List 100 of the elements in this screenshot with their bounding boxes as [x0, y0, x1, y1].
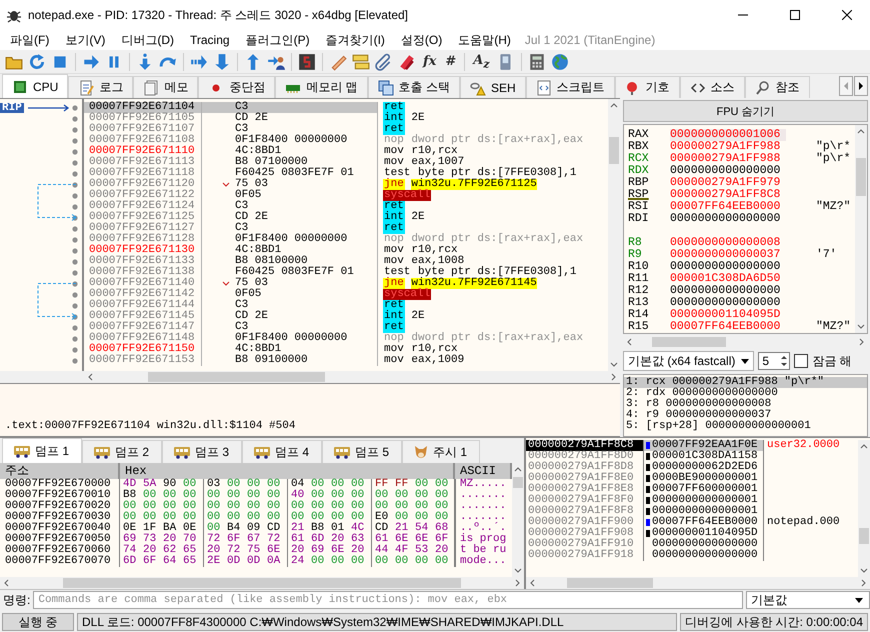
toolbar-button[interactable]: fx — [420, 54, 440, 69]
breakpoint-dot[interactable] — [72, 258, 78, 264]
tab[interactable]: 덤프 1 — [2, 438, 82, 463]
argument-row[interactable]: 2: rdx 0000000000000000 — [624, 388, 867, 399]
register-value[interactable]: 000000279A1FF8C8 — [670, 189, 786, 201]
breakpoint-dot[interactable] — [72, 126, 78, 132]
breakpoint-dot[interactable] — [72, 324, 78, 330]
tab[interactable]: 소스 — [680, 76, 745, 98]
scrollbar[interactable] — [855, 125, 867, 333]
tab[interactable]: SEH — [460, 76, 526, 98]
menu-item[interactable]: 보기(V) — [57, 32, 114, 48]
breakpoint-dot[interactable] — [72, 182, 78, 188]
breakpoint-dot[interactable] — [72, 336, 78, 342]
breakpoint-dot[interactable] — [72, 116, 78, 122]
scroll-thumb[interactable] — [652, 337, 726, 347]
breakpoint-dot[interactable] — [72, 302, 78, 308]
scrollbar[interactable] — [858, 440, 870, 577]
argument-row[interactable]: 3: r8 0000000000000008 — [624, 399, 867, 410]
count-spinbox[interactable]: 5 — [758, 352, 790, 370]
scroll-thumb[interactable] — [513, 476, 523, 488]
register-value[interactable]: 000000001104095D — [670, 309, 786, 321]
breakpoint-dot[interactable] — [72, 358, 78, 364]
mode-dropdown[interactable]: 기본값 — [746, 591, 870, 609]
convention-dropdown[interactable]: 기본값 (x64 fastcall) — [623, 351, 754, 371]
register-value[interactable]: 000000279A1FF979 — [670, 177, 786, 189]
breakpoint-dot[interactable] — [72, 170, 78, 176]
register-value[interactable]: 000001C308DA6D50 — [670, 273, 786, 285]
register-value[interactable]: 0000000000000000 — [670, 213, 786, 225]
menu-item[interactable]: 플러그인(P) — [238, 32, 318, 48]
tab[interactable]: 메모 — [133, 76, 198, 98]
scroll-thumb[interactable] — [567, 578, 654, 588]
toolbar-button[interactable]: # — [442, 54, 460, 69]
column-header[interactable]: 주소 — [0, 463, 120, 479]
dark-square-icon[interactable] — [297, 52, 317, 70]
breakpoint-dot[interactable] — [72, 270, 78, 276]
menu-item[interactable]: Tracing — [182, 33, 238, 47]
breakpoint-dot[interactable] — [72, 346, 78, 352]
scroll-thumb[interactable] — [856, 158, 866, 196]
scrollbar[interactable] — [526, 577, 870, 589]
breakpoint-dot[interactable] — [72, 104, 78, 110]
menu-item[interactable]: 파일(F) — [2, 32, 58, 48]
spin-arrows-icon[interactable] — [779, 353, 790, 369]
tab[interactable]: 호출 스택 — [368, 76, 460, 98]
scroll-thumb[interactable] — [62, 578, 462, 588]
tab[interactable]: 스크립트 — [526, 76, 615, 98]
menu-item[interactable]: 즐겨찾기(I) — [318, 32, 393, 48]
argument-row[interactable]: 5: [rsp+28] 0000000000000001 — [624, 421, 867, 432]
register-value[interactable]: 000000279A1FF988 — [670, 141, 786, 153]
scroll-thumb[interactable] — [859, 528, 869, 544]
breakpoint-dot[interactable] — [72, 248, 78, 254]
tab[interactable]: CPU — [2, 74, 68, 98]
register-value[interactable]: 00007FF64EEB0000 — [670, 201, 786, 213]
tab[interactable]: 덤프 3 — [162, 440, 242, 463]
breakpoint-dot[interactable] — [72, 148, 78, 154]
tab[interactable]: 참조 — [744, 76, 810, 98]
register-value[interactable]: 0000000000000000 — [670, 261, 786, 273]
tab[interactable]: 로그 — [68, 76, 134, 98]
tab[interactable]: 메모리 맵 — [275, 76, 368, 98]
register-value[interactable]: 0000000000000000 — [670, 285, 786, 297]
breakpoint-dot[interactable] — [72, 138, 78, 144]
argument-row[interactable]: 1: rcx 000000279A1FF988 "p\r*" — [624, 377, 867, 388]
command-field[interactable]: Commands are comma separated (like assembly instructions): mov eax, ebx — [33, 591, 743, 609]
breakpoint-dot[interactable] — [72, 204, 78, 210]
breakpoint-dot[interactable] — [72, 280, 78, 286]
register-value[interactable]: 0000000000000008 — [670, 237, 786, 249]
breakpoint-dot[interactable] — [72, 226, 78, 232]
breakpoint-dot[interactable] — [72, 160, 78, 166]
column-header[interactable]: Hex — [120, 463, 455, 479]
scroll-right-button[interactable] — [854, 76, 868, 96]
register-value[interactable]: 000000279A1FF988 — [670, 153, 786, 165]
address-cell: 00007FF92E671125 — [84, 212, 202, 223]
register-value[interactable]: 0000000000000037 — [670, 249, 786, 261]
tab[interactable]: 기호 — [614, 76, 680, 98]
breakpoint-dot[interactable] — [72, 192, 78, 198]
register-value[interactable]: 0000000000000000 — [670, 165, 786, 177]
menu-item[interactable]: 도움말(H) — [450, 32, 519, 48]
scrollbar[interactable] — [608, 99, 620, 371]
toolbar-button[interactable]: A$_{z}$ — [470, 52, 492, 70]
menu-item[interactable]: 디버그(D) — [113, 32, 182, 48]
globe-icon[interactable] — [550, 52, 570, 70]
register-value[interactable]: 00007FF64EEB0000 — [670, 321, 786, 333]
register-value[interactable]: 0000000000000000 — [670, 297, 786, 309]
note-icon[interactable] — [351, 52, 371, 70]
tab[interactable]: 중단점 — [198, 76, 276, 98]
tab[interactable]: 덤프 5 — [322, 440, 402, 463]
breakpoint-dot[interactable] — [72, 314, 78, 320]
lock-checkbox[interactable] — [794, 354, 808, 368]
fpu-toggle-button[interactable]: FPU 숨기기 — [623, 100, 868, 122]
scrollbar[interactable] — [0, 577, 524, 589]
menu-item[interactable]: 설정(O) — [392, 32, 450, 48]
scroll-thumb[interactable] — [148, 372, 326, 382]
breakpoint-dot[interactable] — [72, 214, 78, 220]
tab[interactable]: 덤프 2 — [82, 440, 162, 463]
breakpoint-dot[interactable] — [72, 236, 78, 242]
restart-icon[interactable] — [27, 52, 47, 70]
breakpoint-dot[interactable] — [72, 292, 78, 298]
argument-row[interactable]: 4: r9 0000000000000037 — [624, 410, 867, 421]
tab[interactable]: 주시 1 — [402, 440, 480, 463]
tab[interactable]: 덤프 4 — [242, 440, 322, 463]
scroll-thumb[interactable] — [609, 137, 619, 164]
